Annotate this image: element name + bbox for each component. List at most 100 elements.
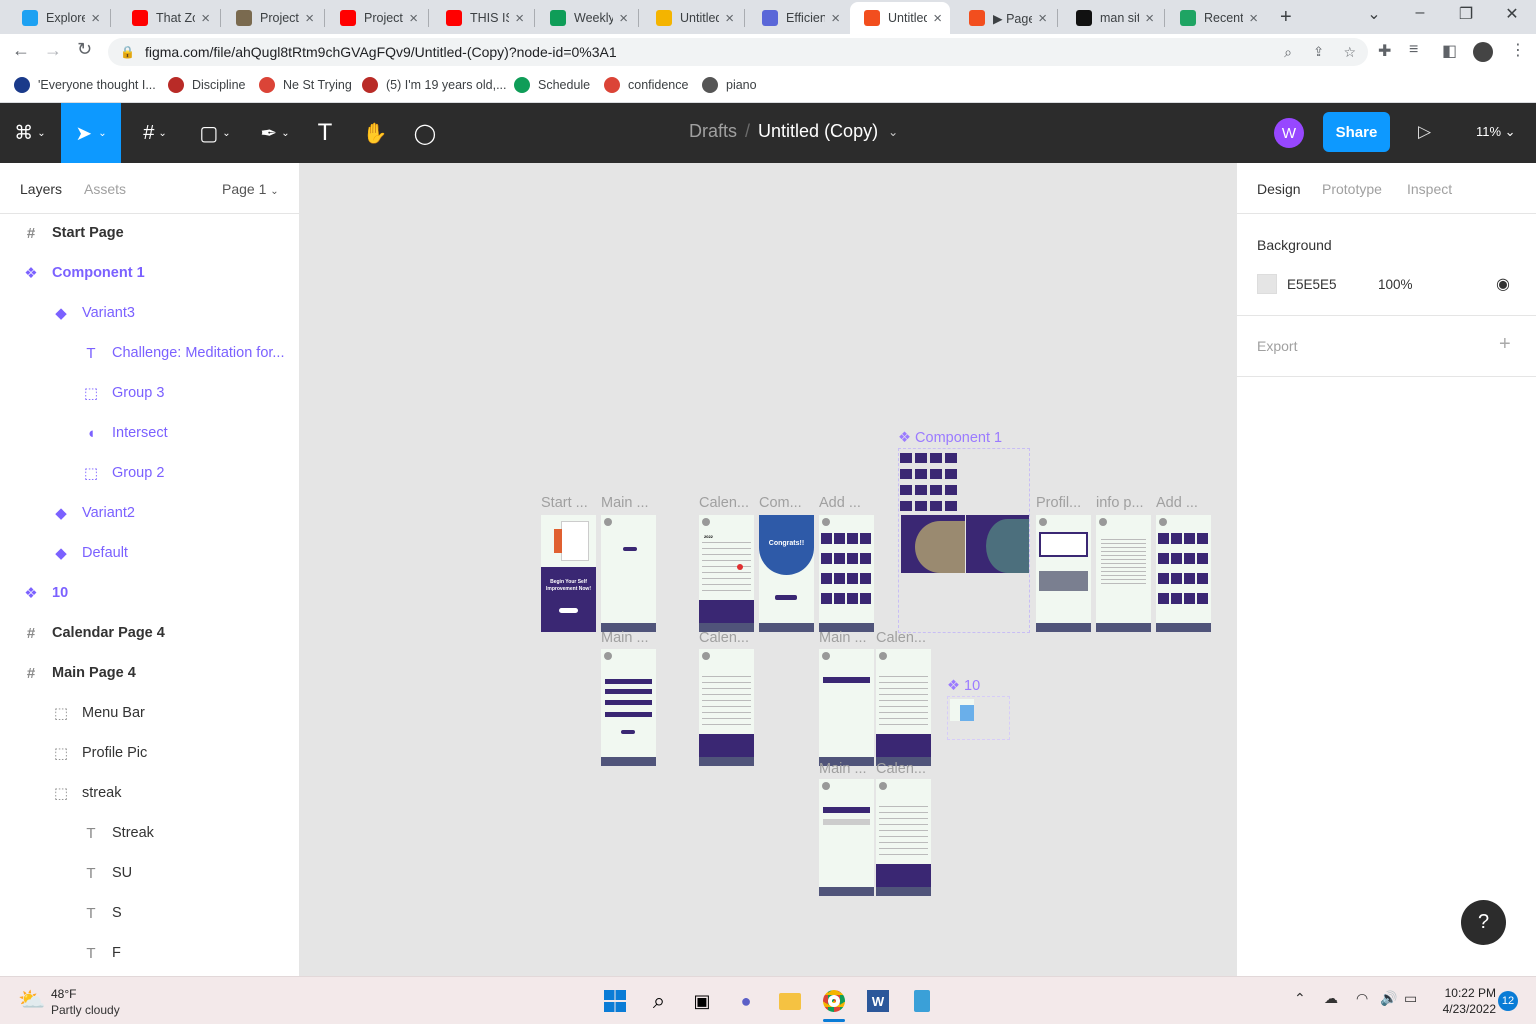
design-canvas[interactable]: Start ... Main ... Calen... Com... Add .…: [300, 163, 1236, 976]
file-explorer-icon[interactable]: [774, 985, 806, 1017]
hand-tool-icon[interactable]: ✋: [355, 103, 395, 163]
notepad-icon[interactable]: [906, 985, 938, 1017]
tab-close-icon[interactable]: ×: [91, 10, 100, 27]
bookmark-item[interactable]: (5) I'm 19 years old,...: [362, 77, 506, 93]
bookmark-item[interactable]: Discipline: [168, 77, 246, 93]
frame-label-info[interactable]: info p...: [1096, 495, 1144, 511]
browser-tab[interactable]: THIS IS ×: [432, 2, 532, 34]
browser-tab[interactable]: Untitled ×: [642, 2, 742, 34]
tab-close-icon[interactable]: ×: [725, 10, 734, 27]
layer-item[interactable]: T Challenge: Meditation for...: [0, 333, 300, 373]
search-icon[interactable]: ⌕: [643, 985, 675, 1017]
layer-item[interactable]: TF: [0, 933, 300, 973]
browser-tab[interactable]: Recent ×: [1166, 2, 1266, 34]
eye-icon[interactable]: ◉: [1496, 274, 1510, 294]
word-icon[interactable]: W: [862, 985, 894, 1017]
start-icon[interactable]: [599, 985, 631, 1017]
reload-icon[interactable]: ↻: [77, 39, 92, 60]
frame-info-page[interactable]: [1096, 515, 1151, 632]
bookmark-item[interactable]: Ne St Trying: [259, 77, 352, 93]
bookmark-item[interactable]: confidence: [604, 77, 688, 93]
breadcrumb-drafts[interactable]: Drafts: [689, 121, 737, 142]
frame-main-page-4[interactable]: [819, 779, 874, 896]
frame-label-calendar-3[interactable]: Calen...: [876, 630, 926, 646]
component-10-frame[interactable]: [947, 696, 1010, 740]
frame-label-add[interactable]: Add ...: [819, 495, 861, 511]
frame-label-main-2[interactable]: Main ...: [601, 630, 649, 646]
tab-close-icon[interactable]: ×: [619, 10, 628, 27]
layer-item[interactable]: ⬚ Profile Pic: [0, 733, 300, 773]
frame-congrats-page[interactable]: Congrats!!: [759, 515, 814, 632]
frame-calendar-page[interactable]: 2022: [699, 515, 754, 632]
clock-time[interactable]: 10:22 PM: [1432, 986, 1496, 1000]
task-view-icon[interactable]: ▣: [686, 985, 718, 1017]
chat-icon[interactable]: ●: [730, 985, 762, 1017]
bookmark-item[interactable]: Schedule: [514, 77, 590, 93]
chevron-down-icon[interactable]: ⌄: [888, 125, 898, 139]
tab-inspect[interactable]: Inspect: [1407, 181, 1452, 197]
zoom-level[interactable]: 11% ⌄: [1476, 124, 1516, 140]
tab-close-icon[interactable]: ×: [1249, 10, 1258, 27]
user-avatar[interactable]: W: [1274, 118, 1304, 148]
layer-item[interactable]: ⬚ streak: [0, 773, 300, 813]
notification-badge[interactable]: 12: [1498, 991, 1518, 1011]
tab-close-icon[interactable]: ×: [1145, 10, 1154, 27]
text-tool-icon[interactable]: T: [305, 103, 345, 163]
present-play-icon[interactable]: ▷: [1418, 122, 1431, 142]
frame-label-profile[interactable]: Profil...: [1036, 495, 1081, 511]
layer-item[interactable]: ⬚ Group 2: [0, 453, 300, 493]
variant-card-2[interactable]: [966, 515, 1029, 573]
frame-add-habit-page-2[interactable]: [1156, 515, 1211, 632]
maximize-icon[interactable]: ❐: [1446, 4, 1486, 24]
bookmark-item[interactable]: piano: [702, 77, 757, 93]
forward-icon[interactable]: →: [44, 40, 62, 61]
layer-item[interactable]: ⬚ Group 3: [0, 373, 300, 413]
extensions-icon[interactable]: ✚: [1378, 41, 1391, 61]
tab-close-icon[interactable]: ×: [305, 10, 314, 27]
layer-item[interactable]: # Calendar Page 4: [0, 613, 300, 653]
move-tool-icon[interactable]: ➤ ⌄: [61, 103, 121, 163]
chrome-icon[interactable]: [818, 985, 850, 1017]
background-opacity-input[interactable]: 100%: [1378, 277, 1413, 292]
layer-item[interactable]: # Main Page 4: [0, 653, 300, 693]
browser-tab[interactable]: Untitled ×: [850, 2, 950, 34]
frame-main-page-2[interactable]: [601, 649, 656, 766]
media-queue-icon[interactable]: ≡: [1409, 41, 1418, 59]
frame-label-congrats[interactable]: Com...: [759, 495, 802, 511]
browser-tab[interactable]: Project ×: [326, 2, 426, 34]
browser-tab[interactable]: Weekly ×: [536, 2, 636, 34]
frame-label-calendar-2[interactable]: Calen...: [699, 630, 749, 646]
tab-design[interactable]: Design: [1257, 181, 1301, 197]
share-button[interactable]: Share: [1323, 112, 1390, 152]
frame-add-habit-page[interactable]: [819, 515, 874, 632]
wifi-icon[interactable]: ◠: [1356, 990, 1368, 1007]
tab-close-icon[interactable]: ×: [933, 10, 942, 27]
bookmark-star-icon[interactable]: ☆: [1343, 44, 1356, 61]
frame-label-calendar-4[interactable]: Calen...: [876, 761, 926, 777]
frame-label-start[interactable]: Start ...: [541, 495, 588, 511]
volume-icon[interactable]: 🔊: [1380, 990, 1397, 1007]
browser-tab[interactable]: man sit ×: [1062, 2, 1162, 34]
background-color-swatch[interactable]: [1257, 274, 1277, 294]
tab-close-icon[interactable]: ×: [201, 10, 210, 27]
layer-item[interactable]: ❖ Component 1: [0, 253, 300, 293]
shape-tool-icon[interactable]: ▢ ⌄: [190, 103, 240, 163]
frame-calendar-page-4[interactable]: [876, 779, 931, 896]
profile-avatar[interactable]: [1473, 42, 1493, 62]
frame-tool-icon[interactable]: # ⌄: [130, 103, 180, 163]
frame-calendar-page-3[interactable]: [876, 649, 931, 766]
component-10-label[interactable]: ❖ 10: [947, 678, 980, 694]
browser-tab[interactable]: Project ×: [222, 2, 322, 34]
background-hex-input[interactable]: E5E5E5: [1287, 277, 1337, 292]
new-tab-button[interactable]: +: [1280, 6, 1292, 29]
layer-item[interactable]: ◖ Intersect: [0, 413, 300, 453]
frame-label-main-4[interactable]: Main ...: [819, 761, 867, 777]
side-panel-icon[interactable]: ◧: [1442, 41, 1457, 61]
frame-main-page[interactable]: [601, 515, 656, 632]
file-title[interactable]: Untitled (Copy): [758, 121, 878, 142]
frame-label-main-3[interactable]: Main ...: [819, 630, 867, 646]
tab-search-icon[interactable]: ⌄: [1354, 4, 1394, 24]
tab-close-icon[interactable]: ×: [831, 10, 840, 27]
layer-item[interactable]: ⬚ Menu Bar: [0, 693, 300, 733]
layer-item[interactable]: TS: [0, 893, 300, 933]
